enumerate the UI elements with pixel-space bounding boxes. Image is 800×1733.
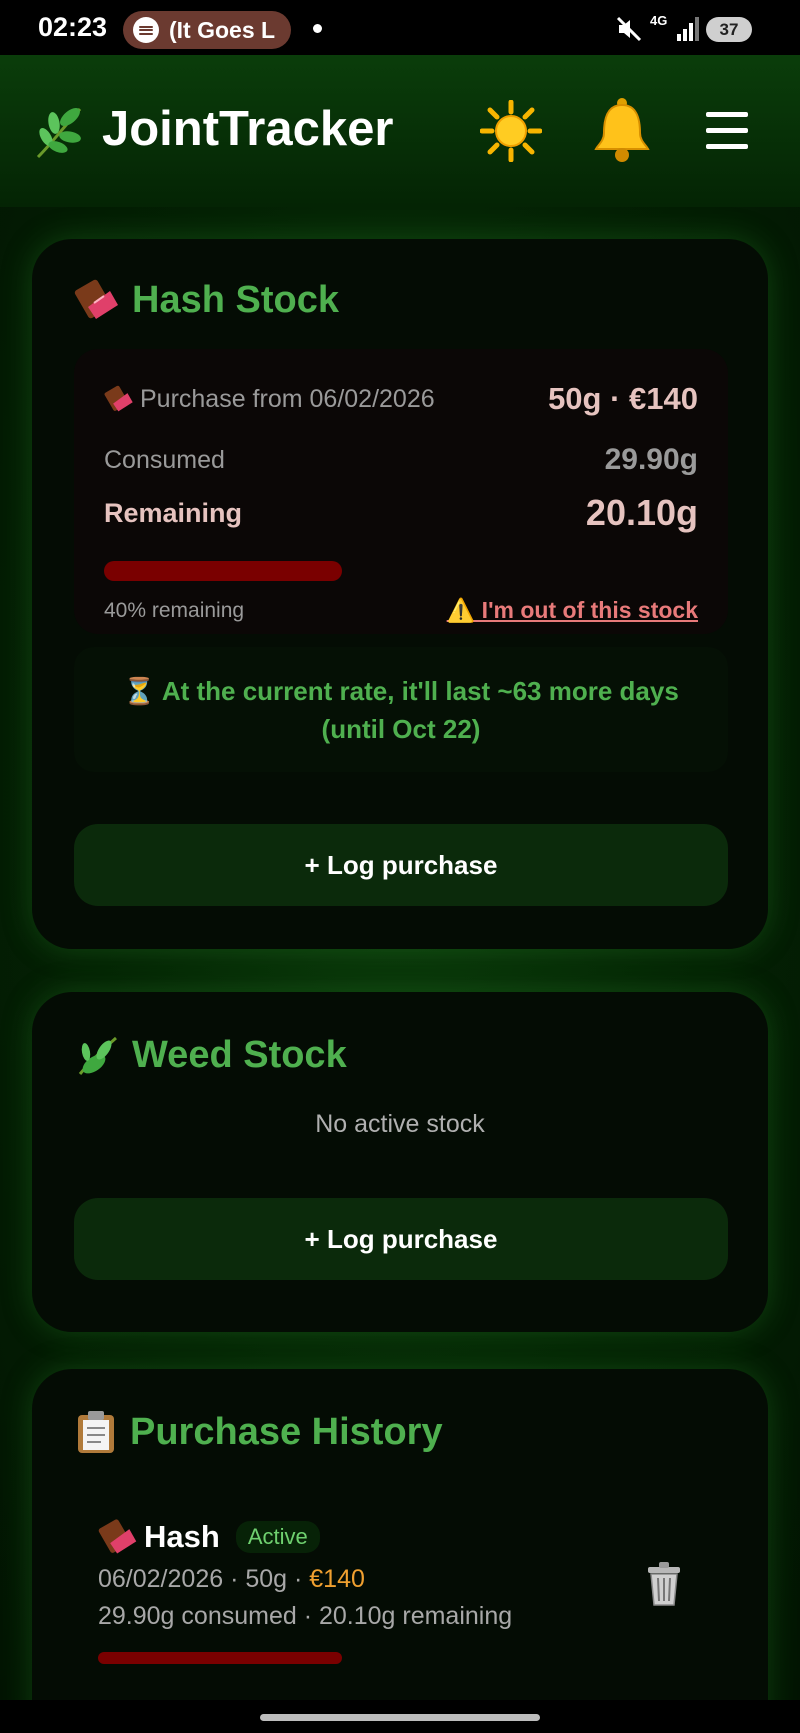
purchase-row: Purchase from 06/02/2026 50g · €140 — [104, 381, 698, 417]
consumed-row: Consumed 29.90g — [104, 443, 698, 477]
hash-stock-title: Hash Stock — [74, 277, 339, 323]
purchase-history-card: Purchase History Hash Active 06/02/2026 … — [32, 1369, 768, 1700]
consumed-label: Consumed — [104, 445, 225, 474]
trash-icon[interactable] — [644, 1561, 684, 1607]
remaining-progress-fill — [104, 561, 342, 581]
purchase-label-text: Purchase from 06/02/2026 — [140, 384, 435, 413]
weed-stock-title-text: Weed Stock — [132, 1033, 347, 1076]
media-pill-text: (It Goes L — [169, 16, 276, 43]
rate-estimate: ⏳ At the current rate, it'll last ~63 mo… — [74, 647, 728, 772]
purchase-summary: 50g · €140 — [548, 381, 698, 416]
clipboard-icon — [78, 1411, 114, 1453]
remaining-footer-row: 40% remaining ⚠️ I'm out of this stock — [104, 597, 698, 624]
history-item-progress-fill — [98, 1652, 342, 1664]
status-time: 02:23 — [38, 12, 108, 42]
remaining-label: Remaining — [104, 497, 243, 528]
chocolate-bar-icon — [74, 279, 118, 319]
hash-stock-card: Hash Stock Purchase from 06/02/2026 50g … — [32, 239, 768, 949]
app-bar: JointTracker — [0, 55, 800, 207]
history-item-usage: 29.90g consumed · 20.10g remaining — [98, 1602, 513, 1630]
rate-estimate-line1: ⏳ At the current rate, it'll last ~63 mo… — [123, 675, 679, 706]
hash-stock-title-text: Hash Stock — [132, 278, 339, 321]
herb-icon — [78, 1036, 117, 1075]
media-pill[interactable]: (It Goes L — [123, 11, 291, 49]
notification-dot-icon — [313, 24, 322, 33]
history-item-price: €140 — [309, 1565, 365, 1593]
app-title: JointTracker — [102, 102, 394, 156]
mute-icon — [616, 16, 642, 42]
home-indicator-bar[interactable] — [260, 1714, 540, 1721]
history-item-progress-bar — [98, 1652, 708, 1664]
home-indicator — [0, 1700, 800, 1733]
history-list-item: Hash Active 06/02/2026 · 50g · €140 29.9… — [98, 1517, 718, 1667]
remaining-percent-text: 40% remaining — [104, 598, 245, 622]
out-of-stock-link[interactable]: ⚠️ I'm out of this stock — [447, 597, 698, 624]
main-content: Hash Stock Purchase from 06/02/2026 50g … — [0, 207, 800, 1700]
history-item-date-qty: 06/02/2026 · 50g · — [98, 1565, 310, 1593]
history-item-type: Hash — [144, 1519, 220, 1554]
weed-stock-card: Weed Stock No active stock + Log purchas… — [32, 992, 768, 1332]
purchase-label: Purchase from 06/02/2026 — [104, 384, 435, 414]
weed-stock-title: Weed Stock — [74, 1032, 347, 1078]
chocolate-bar-icon — [104, 385, 133, 412]
bell-icon[interactable] — [592, 97, 652, 163]
remaining-value: 20.10g — [585, 492, 698, 533]
active-purchase-box: Purchase from 06/02/2026 50g · €140 Cons… — [74, 349, 728, 634]
history-item-header: Hash Active — [98, 1517, 718, 1557]
remaining-row: Remaining 20.10g — [104, 492, 698, 534]
rate-estimate-line2: (until Oct 22) — [321, 713, 481, 744]
no-active-stock-text: No active stock — [315, 1110, 485, 1138]
network-type: 4G — [650, 13, 668, 28]
history-item-details: 06/02/2026 · 50g · €140 — [98, 1565, 718, 1594]
herb-icon — [36, 107, 82, 159]
menu-icon[interactable] — [706, 112, 748, 150]
spotify-icon — [133, 17, 159, 43]
status-bar: 02:23 (It Goes L 4G 37 — [0, 0, 800, 55]
hash-log-purchase-button[interactable]: + Log purchase — [74, 824, 728, 906]
signal-icon — [677, 17, 699, 41]
sun-icon[interactable] — [480, 100, 542, 162]
weed-log-purchase-button[interactable]: + Log purchase — [74, 1198, 728, 1280]
battery-icon: 37 — [706, 17, 752, 42]
chocolate-bar-icon — [98, 1519, 137, 1554]
remaining-progress-bar — [104, 561, 699, 581]
status-badge: Active — [235, 1521, 320, 1553]
consumed-value: 29.90g — [604, 443, 698, 476]
purchase-history-title: Purchase History — [74, 1409, 443, 1455]
purchase-history-title-text: Purchase History — [130, 1410, 443, 1453]
